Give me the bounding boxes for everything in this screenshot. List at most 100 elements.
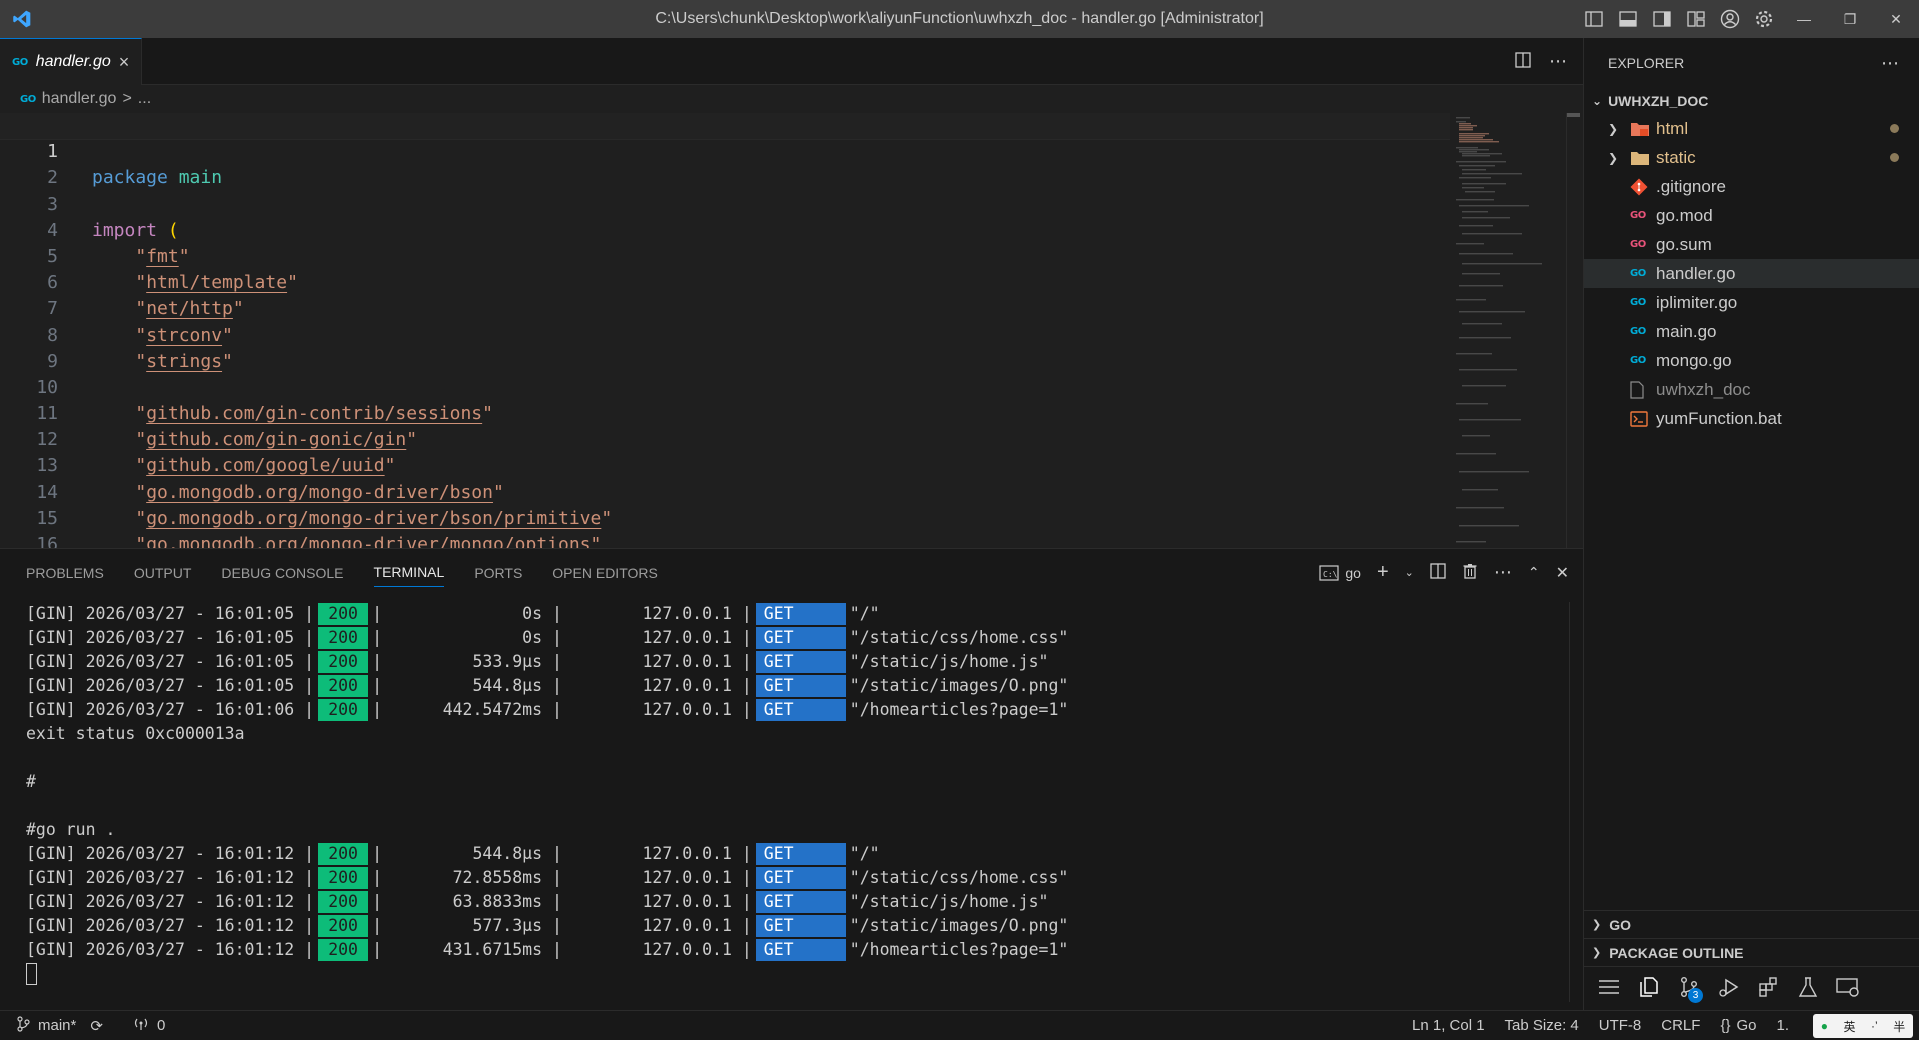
tree-file-gitignore[interactable]: .gitignore — [1584, 172, 1919, 201]
close-window-button[interactable]: ✕ — [1873, 0, 1919, 38]
customize-layout-icon[interactable] — [1679, 0, 1713, 38]
trash-icon[interactable] — [1462, 563, 1478, 582]
tree-file-uwhxzh-doc[interactable]: uwhxzh_doc — [1584, 375, 1919, 404]
restore-button[interactable]: ❐ — [1827, 0, 1873, 38]
ime-punctuation-icon[interactable]: ·’ — [1871, 1019, 1878, 1033]
status-badge: 200 — [318, 891, 369, 913]
language-mode[interactable]: {} Go — [1720, 1017, 1756, 1034]
tree-folder-html[interactable]: ❯ html — [1584, 114, 1919, 143]
go-version[interactable]: 1. — [1776, 1017, 1789, 1034]
breadcrumb-separator: > — [122, 90, 132, 107]
tree-item-label: uwhxzh_doc — [1656, 379, 1751, 399]
editor-tabs: GO handler.go × ⋯ — [0, 38, 1583, 85]
new-terminal-icon[interactable]: + — [1377, 561, 1389, 584]
toggle-primary-sidebar-icon[interactable] — [1577, 0, 1611, 38]
terminal-file-icon — [1630, 410, 1656, 427]
tab-ports[interactable]: PORTS — [474, 565, 522, 581]
activity-bar: 3 — [1584, 966, 1919, 1010]
cursor-position[interactable]: Ln 1, Col 1 — [1412, 1017, 1485, 1034]
split-terminal-icon[interactable] — [1430, 563, 1446, 582]
log-ip: 127.0.0.1 — [642, 892, 732, 911]
maximize-panel-icon[interactable]: ⌃ — [1528, 564, 1540, 581]
toggle-panel-icon[interactable] — [1611, 0, 1645, 38]
log-path: "/static/images/O.png" — [849, 916, 1069, 935]
ports-count[interactable]: 0 — [157, 1017, 165, 1034]
explorer-sidebar: EXPLORER ⋯ ⌄ UWHXZH_DOC ❯ html ❯ static … — [1583, 38, 1919, 1010]
testing-flask-icon[interactable] — [1798, 976, 1818, 1002]
more-actions-icon[interactable]: ⋯ — [1881, 53, 1899, 74]
ime-logo-icon: ● — [1820, 1019, 1828, 1033]
ime-width[interactable]: 半 — [1893, 1018, 1905, 1035]
tree-file-main-go[interactable]: GO main.go — [1584, 317, 1919, 346]
close-panel-icon[interactable]: ✕ — [1556, 563, 1569, 583]
tree-item-label: go.mod — [1656, 205, 1713, 225]
status-badge: 200 — [318, 675, 369, 697]
tree-file-mongo-go[interactable]: GO mongo.go — [1584, 346, 1919, 375]
split-editor-icon[interactable] — [1515, 51, 1531, 72]
branch-name[interactable]: main* — [38, 1017, 76, 1034]
vscode-logo-icon[interactable] — [0, 0, 44, 38]
log-path: "/static/images/O.png" — [849, 676, 1069, 695]
tab-open-editors[interactable]: OPEN EDITORS — [552, 565, 658, 581]
breadcrumb-symbol[interactable]: ... — [138, 90, 151, 108]
minimap[interactable] — [1450, 113, 1570, 548]
method-badge: GET — [755, 867, 846, 889]
status-badge: 200 — [318, 603, 369, 625]
log-latency: 544.8µs — [472, 676, 543, 695]
section-go[interactable]: ❯ GO — [1584, 910, 1919, 938]
more-actions-icon[interactable]: ⋯ — [1549, 51, 1567, 72]
remote-explorer-icon[interactable] — [1836, 976, 1860, 1002]
tab-handler-go[interactable]: GO handler.go × — [0, 38, 143, 85]
sync-icon[interactable]: ⟳ — [90, 1017, 103, 1035]
terminal-cursor-line[interactable] — [26, 962, 1068, 986]
section-package-outline[interactable]: ❯ PACKAGE OUTLINE — [1584, 938, 1919, 966]
run-debug-icon[interactable] — [1718, 976, 1740, 1002]
close-icon[interactable]: × — [119, 52, 130, 73]
ime-language[interactable]: 英 — [1844, 1018, 1856, 1035]
code-line: 5 "html/template" — [0, 218, 1450, 293]
end-of-line[interactable]: CRLF — [1661, 1017, 1700, 1034]
gear-icon[interactable] — [1747, 0, 1781, 38]
encoding[interactable]: UTF-8 — [1599, 1017, 1642, 1034]
tab-terminal[interactable]: TERMINAL — [373, 564, 445, 587]
source-control-icon[interactable]: 3 — [1678, 976, 1703, 1003]
breadcrumb-file[interactable]: handler.go — [42, 90, 117, 108]
code-line: 2 — [0, 139, 1450, 188]
ime-toolbar[interactable]: ● 英 ·’ 半 — [1813, 1014, 1913, 1038]
tab-debug-console[interactable]: DEBUG CONSOLE — [221, 565, 343, 581]
minimize-button[interactable]: — — [1781, 0, 1827, 38]
tab-size[interactable]: Tab Size: 4 — [1505, 1017, 1579, 1034]
method-badge: GET — [755, 843, 846, 865]
code-line: 11 "github.com/gin-gonic/gin" — [0, 375, 1450, 450]
tree-file-go-mod[interactable]: GO go.mod — [1584, 201, 1919, 230]
terminal-output[interactable]: [GIN] 2026/03/27 - 16:01:05 | 200 | 0s | 127… — [26, 602, 1068, 986]
broadcast-icon[interactable] — [133, 1017, 149, 1035]
extensions-icon[interactable] — [1758, 976, 1780, 1002]
log-line: [GIN] 2026/03/27 - 16:01:05 | 200 | 544.8µs… — [26, 674, 1068, 698]
account-icon[interactable] — [1713, 0, 1747, 38]
tree-file-handler-go[interactable]: GO handler.go — [1584, 259, 1919, 288]
log-line: [GIN] 2026/03/27 - 16:01:05 | 200 | 0s | 127… — [26, 602, 1068, 626]
terminal-selector[interactable]: C:\ go — [1319, 565, 1361, 581]
tree-folder-static[interactable]: ❯ static — [1584, 143, 1919, 172]
go-file-icon: GO — [1630, 297, 1646, 308]
chevron-down-icon[interactable]: ⌄ — [1405, 566, 1414, 579]
tab-problems[interactable]: PROBLEMS — [26, 565, 104, 581]
explorer-files-icon[interactable] — [1638, 976, 1660, 1002]
workspace-root[interactable]: ⌄ UWHXZH_DOC — [1584, 88, 1919, 114]
code-editor[interactable]: 1 package main 2 3 import ( 4 "fmt" 5 "h… — [0, 113, 1450, 548]
editor-scroll-thumb[interactable] — [1567, 113, 1580, 117]
tree-item-label: go.sum — [1656, 234, 1712, 254]
explorer-title: EXPLORER — [1608, 55, 1685, 71]
more-actions-icon[interactable]: ⋯ — [1494, 562, 1512, 583]
terminal-scrollbar[interactable] — [1569, 602, 1583, 1002]
toggle-secondary-sidebar-icon[interactable] — [1645, 0, 1679, 38]
log-prefix: [GIN] 2026/03/27 - 16:01:12 | — [26, 892, 315, 911]
menu-icon[interactable] — [1598, 978, 1620, 1000]
tree-file-yumfunction-bat[interactable]: yumFunction.bat — [1584, 404, 1919, 433]
tab-output[interactable]: OUTPUT — [134, 565, 192, 581]
code-line: 8 "strings" — [0, 296, 1450, 372]
tree-file-go-sum[interactable]: GO go.sum — [1584, 230, 1919, 259]
editor-scrollbar[interactable] — [1566, 113, 1580, 548]
tree-file-iplimiter-go[interactable]: GO iplimiter.go — [1584, 288, 1919, 317]
